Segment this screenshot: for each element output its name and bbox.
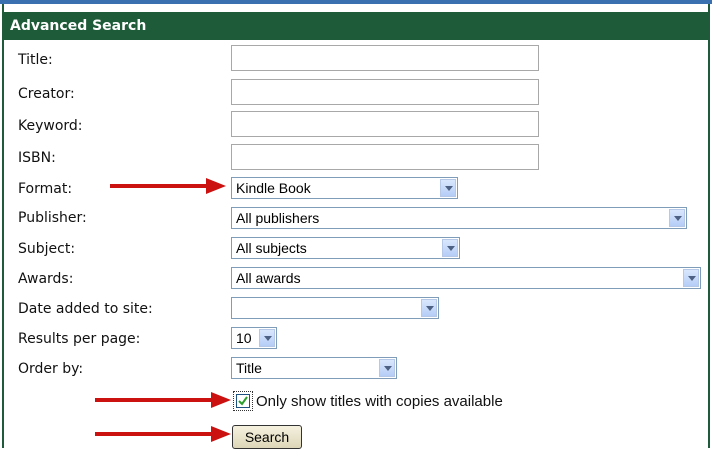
- isbn-input[interactable]: [231, 144, 539, 170]
- order-by-label: Order by:: [18, 361, 84, 377]
- format-select[interactable]: Kindle Book: [231, 177, 458, 199]
- awards-label: Awards:: [18, 271, 74, 287]
- date-added-select[interactable]: [231, 297, 439, 319]
- only-available-checkbox[interactable]: [236, 394, 250, 408]
- format-select-value: Kindle Book: [236, 180, 311, 196]
- subject-label: Subject:: [18, 241, 76, 257]
- creator-label: Creator:: [18, 86, 75, 102]
- publisher-label: Publisher:: [18, 210, 87, 226]
- date-added-label: Date added to site:: [18, 301, 153, 317]
- title-label: Title:: [18, 52, 53, 68]
- format-label: Format:: [18, 181, 73, 197]
- only-available-label[interactable]: Only show titles with copies available: [256, 393, 503, 411]
- chevron-down-icon[interactable]: [421, 299, 437, 317]
- results-per-page-label: Results per page:: [18, 331, 141, 347]
- publisher-select[interactable]: All publishers: [231, 207, 687, 229]
- creator-input[interactable]: [231, 79, 539, 105]
- results-per-page-select[interactable]: 10: [231, 327, 277, 349]
- checkbox-annotation-arrow-icon: [95, 392, 231, 408]
- isbn-label: ISBN:: [18, 150, 56, 166]
- chevron-down-icon[interactable]: [442, 239, 458, 257]
- awards-select-value: All awards: [236, 270, 301, 286]
- subject-select-value: All subjects: [236, 240, 307, 256]
- keyword-label: Keyword:: [18, 118, 83, 134]
- order-by-select-value: Title: [236, 360, 262, 376]
- format-annotation-arrow-icon: [110, 178, 226, 194]
- only-available-checkbox-focus[interactable]: [233, 391, 253, 411]
- panel-header: Advanced Search: [4, 12, 708, 40]
- chevron-down-icon[interactable]: [683, 269, 699, 287]
- awards-select[interactable]: All awards: [231, 267, 701, 289]
- publisher-select-value: All publishers: [236, 210, 320, 226]
- results-per-page-select-value: 10: [236, 330, 252, 346]
- chevron-down-icon[interactable]: [669, 209, 685, 227]
- order-by-select[interactable]: Title: [231, 357, 397, 379]
- title-input[interactable]: [231, 45, 539, 71]
- chevron-down-icon[interactable]: [440, 179, 456, 197]
- keyword-input[interactable]: [231, 111, 539, 137]
- chevron-down-icon[interactable]: [379, 359, 395, 377]
- subject-select[interactable]: All subjects: [231, 237, 460, 259]
- checkmark-icon: [238, 396, 248, 406]
- search-button[interactable]: Search: [232, 425, 302, 449]
- chevron-down-icon[interactable]: [259, 329, 275, 347]
- search-annotation-arrow-icon: [95, 426, 231, 442]
